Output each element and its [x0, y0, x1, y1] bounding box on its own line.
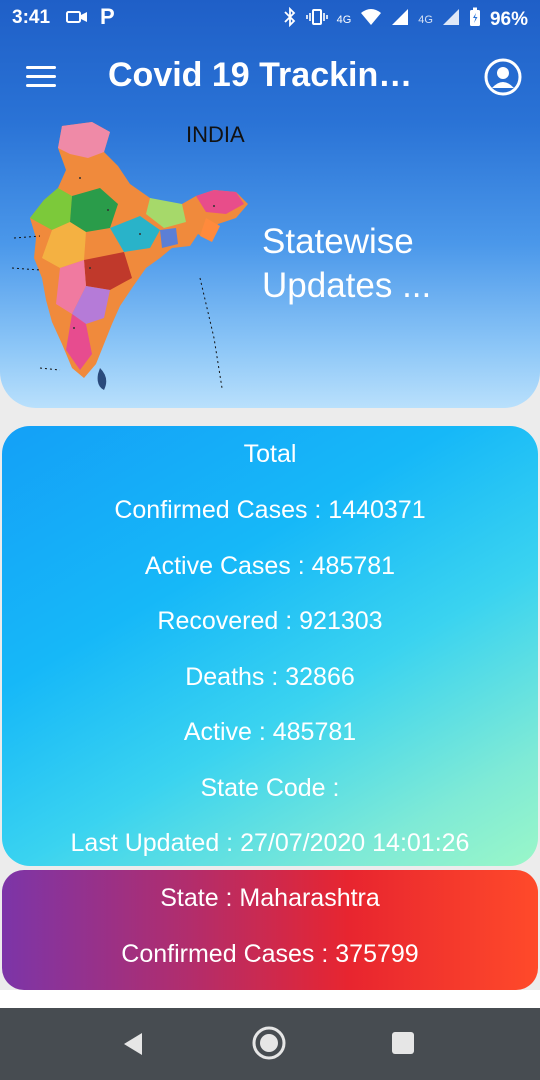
- total-confirmed: Confirmed Cases : 1440371: [114, 496, 426, 524]
- battery-icon: [469, 7, 481, 33]
- india-map: [0, 118, 265, 408]
- total-active-cases: Active Cases : 485781: [144, 552, 396, 580]
- state-card[interactable]: State : Maharashtra Confirmed Cases : 37…: [2, 870, 538, 990]
- vibrate-icon: [305, 8, 328, 32]
- total-deaths: Deaths : 32866: [185, 663, 355, 691]
- state-confirmed: Confirmed Cases : 375799: [121, 940, 419, 968]
- total-last-updated: Last Updated : 27/07/2020 14:01:26: [70, 829, 470, 857]
- status-time: 3:41: [12, 7, 51, 28]
- system-nav-bar: [0, 1008, 540, 1080]
- signal-icon: [391, 8, 409, 32]
- state-name: State : Maharashtra: [160, 884, 380, 912]
- next-card-peek: [0, 990, 540, 1008]
- network-badge-2: 4G: [418, 14, 433, 26]
- home-icon[interactable]: [252, 1026, 286, 1060]
- total-heading: Total: [243, 440, 297, 468]
- signal-icon-2: [442, 8, 460, 32]
- hero-header: 3:41 P 4G 4G 96% Covid 19 Tracking INDIA…: [0, 0, 540, 408]
- back-icon[interactable]: [120, 1030, 148, 1063]
- app-title: Covid 19 Tracking App: [108, 56, 428, 94]
- parking-icon: P: [100, 4, 115, 29]
- status-bar: 3:41 P 4G 4G 96%: [0, 0, 540, 36]
- total-active: Active : 485781: [183, 718, 357, 746]
- total-state-code: State Code :: [200, 774, 340, 802]
- recent-apps-icon[interactable]: [392, 1032, 414, 1054]
- hero-caption-line2: Updates ...: [262, 266, 432, 305]
- menu-icon[interactable]: [26, 66, 56, 88]
- call-icon: 4G: [337, 14, 352, 26]
- map-label: INDIA: [186, 122, 245, 147]
- app-bar: Covid 19 Tracking App: [0, 36, 540, 116]
- wifi-icon: [360, 8, 382, 32]
- total-recovered: Recovered : 921303: [157, 607, 383, 635]
- battery-level: 96%: [489, 9, 528, 30]
- bluetooth-icon: [283, 6, 297, 33]
- video-camera-icon: [66, 9, 88, 31]
- account-icon[interactable]: [484, 58, 522, 96]
- total-card[interactable]: Total Confirmed Cases : 1440371 Active C…: [2, 426, 538, 866]
- hero-caption-line1: Statewise: [262, 222, 414, 261]
- hero-caption: Statewise Updates ...: [262, 220, 431, 308]
- network-badge: 4G: [336, 14, 352, 26]
